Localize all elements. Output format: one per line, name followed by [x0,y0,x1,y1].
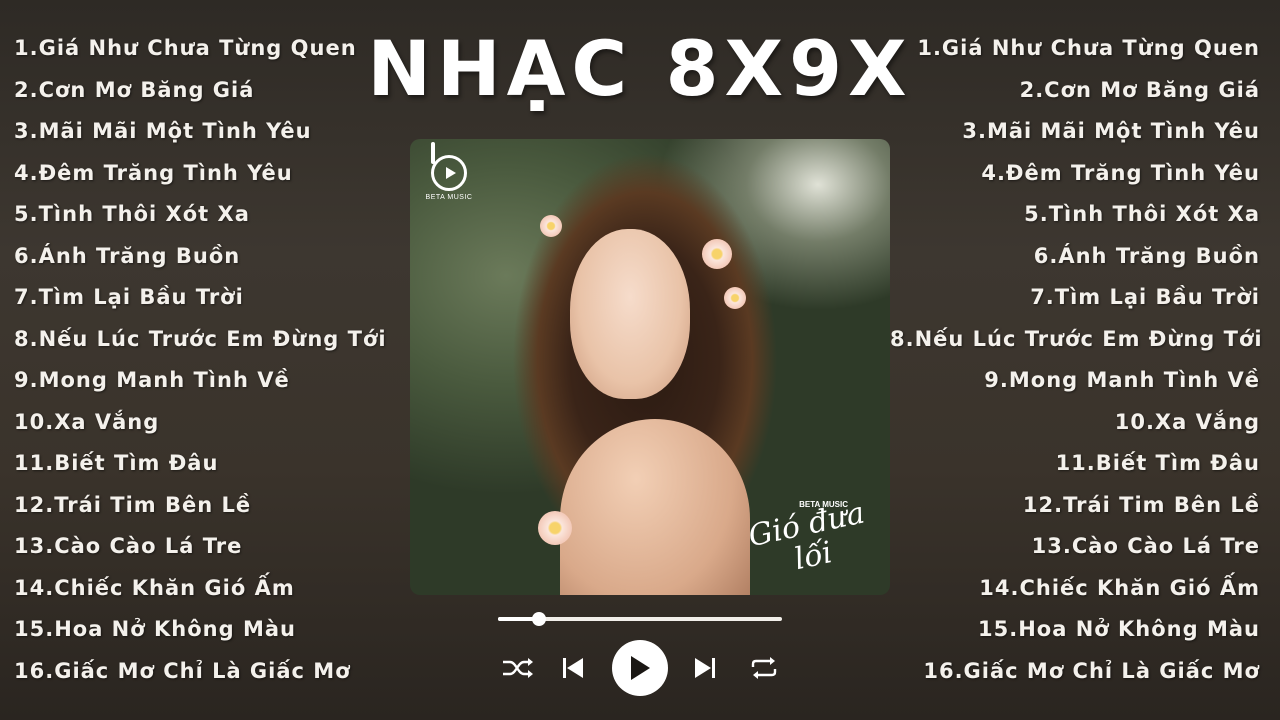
track-item: 1.Giá Như Chưa Từng Quen [917,36,1260,60]
cover-signature: BETA MUSIC Gió đưa lối [745,496,870,578]
cover-face [570,229,690,399]
track-item: 14.Chiếc Khăn Gió Ấm [979,575,1260,600]
playlist-right: 1.Giá Như Chưa Từng Quen 2.Cơn Mơ Băng Gi… [890,28,1263,692]
track-item: 8.Nếu Lúc Trước Em Đừng Tới [14,326,387,351]
track-item: 6.Ánh Trăng Buồn [1033,243,1260,268]
track-item: 3.Mãi Mãi Một Tình Yêu [14,119,312,143]
beta-logo-icon [431,142,467,191]
track-item: 7.Tìm Lại Bầu Trời [14,285,244,309]
play-button[interactable] [612,640,668,696]
shuffle-icon [503,658,533,678]
track-item: 15.Hoa Nở Không Màu [978,617,1260,641]
flower-icon [702,239,732,269]
repeat-button[interactable] [746,654,782,682]
track-item: 13.Cào Cào Lá Tre [14,534,243,558]
album-cover: BETA MUSIC BETA MUSIC Gió đưa lối [410,139,890,595]
track-item: 2.Cơn Mơ Băng Giá [1019,77,1260,102]
track-item: 3.Mãi Mãi Một Tình Yêu [962,119,1260,143]
track-item: 11.Biết Tìm Đâu [1055,451,1260,475]
track-item: 9.Mong Manh Tình Về [14,368,290,392]
shuffle-button[interactable] [498,654,538,682]
track-item: 14.Chiếc Khăn Gió Ấm [14,575,295,600]
signature-script: Gió đưa lối [745,495,868,578]
player-controls [498,640,782,696]
track-item: 13.Cào Cào Lá Tre [1031,534,1260,558]
track-item: 10.Xa Vắng [14,409,160,434]
track-item: 16.Giấc Mơ Chỉ Là Giấc Mơ [923,658,1260,683]
track-item: 7.Tìm Lại Bầu Trời [1030,285,1260,309]
track-item: 16.Giấc Mơ Chỉ Là Giấc Mơ [14,658,351,683]
track-item: 4.Đêm Trăng Tình Yêu [14,160,293,185]
track-item: 4.Đêm Trăng Tình Yêu [981,160,1260,185]
previous-icon [563,658,583,678]
next-icon [695,658,715,678]
track-item: 12.Trái Tim Bên Lề [14,492,252,517]
track-item: 6.Ánh Trăng Buồn [14,243,241,268]
beta-music-logo: BETA MUSIC [424,142,474,201]
flower-icon [724,287,746,309]
track-item: 10.Xa Vắng [1114,409,1260,434]
logo-text: BETA MUSIC [425,194,473,201]
play-icon [631,656,650,680]
track-item: 12.Trái Tim Bên Lề [1022,492,1260,517]
track-item: 15.Hoa Nở Không Màu [14,617,296,641]
progress-bar[interactable] [498,612,782,626]
track-item: 5.Tình Thôi Xót Xa [14,202,250,226]
repeat-icon [751,657,777,679]
track-item: 5.Tình Thôi Xót Xa [1024,202,1260,226]
next-button[interactable] [690,654,720,682]
flower-icon [540,215,562,237]
track-item: 11.Biết Tìm Đâu [14,451,219,475]
flower-icon [538,511,572,545]
playlist-left: 1.Giá Như Chưa Từng Quen 2.Cơn Mơ Băng Gi… [14,28,387,692]
track-item: 8.Nếu Lúc Trước Em Đừng Tới [890,326,1263,351]
progress-knob[interactable] [532,612,547,626]
track-item: 9.Mong Manh Tình Về [984,368,1260,392]
previous-button[interactable] [558,654,588,682]
